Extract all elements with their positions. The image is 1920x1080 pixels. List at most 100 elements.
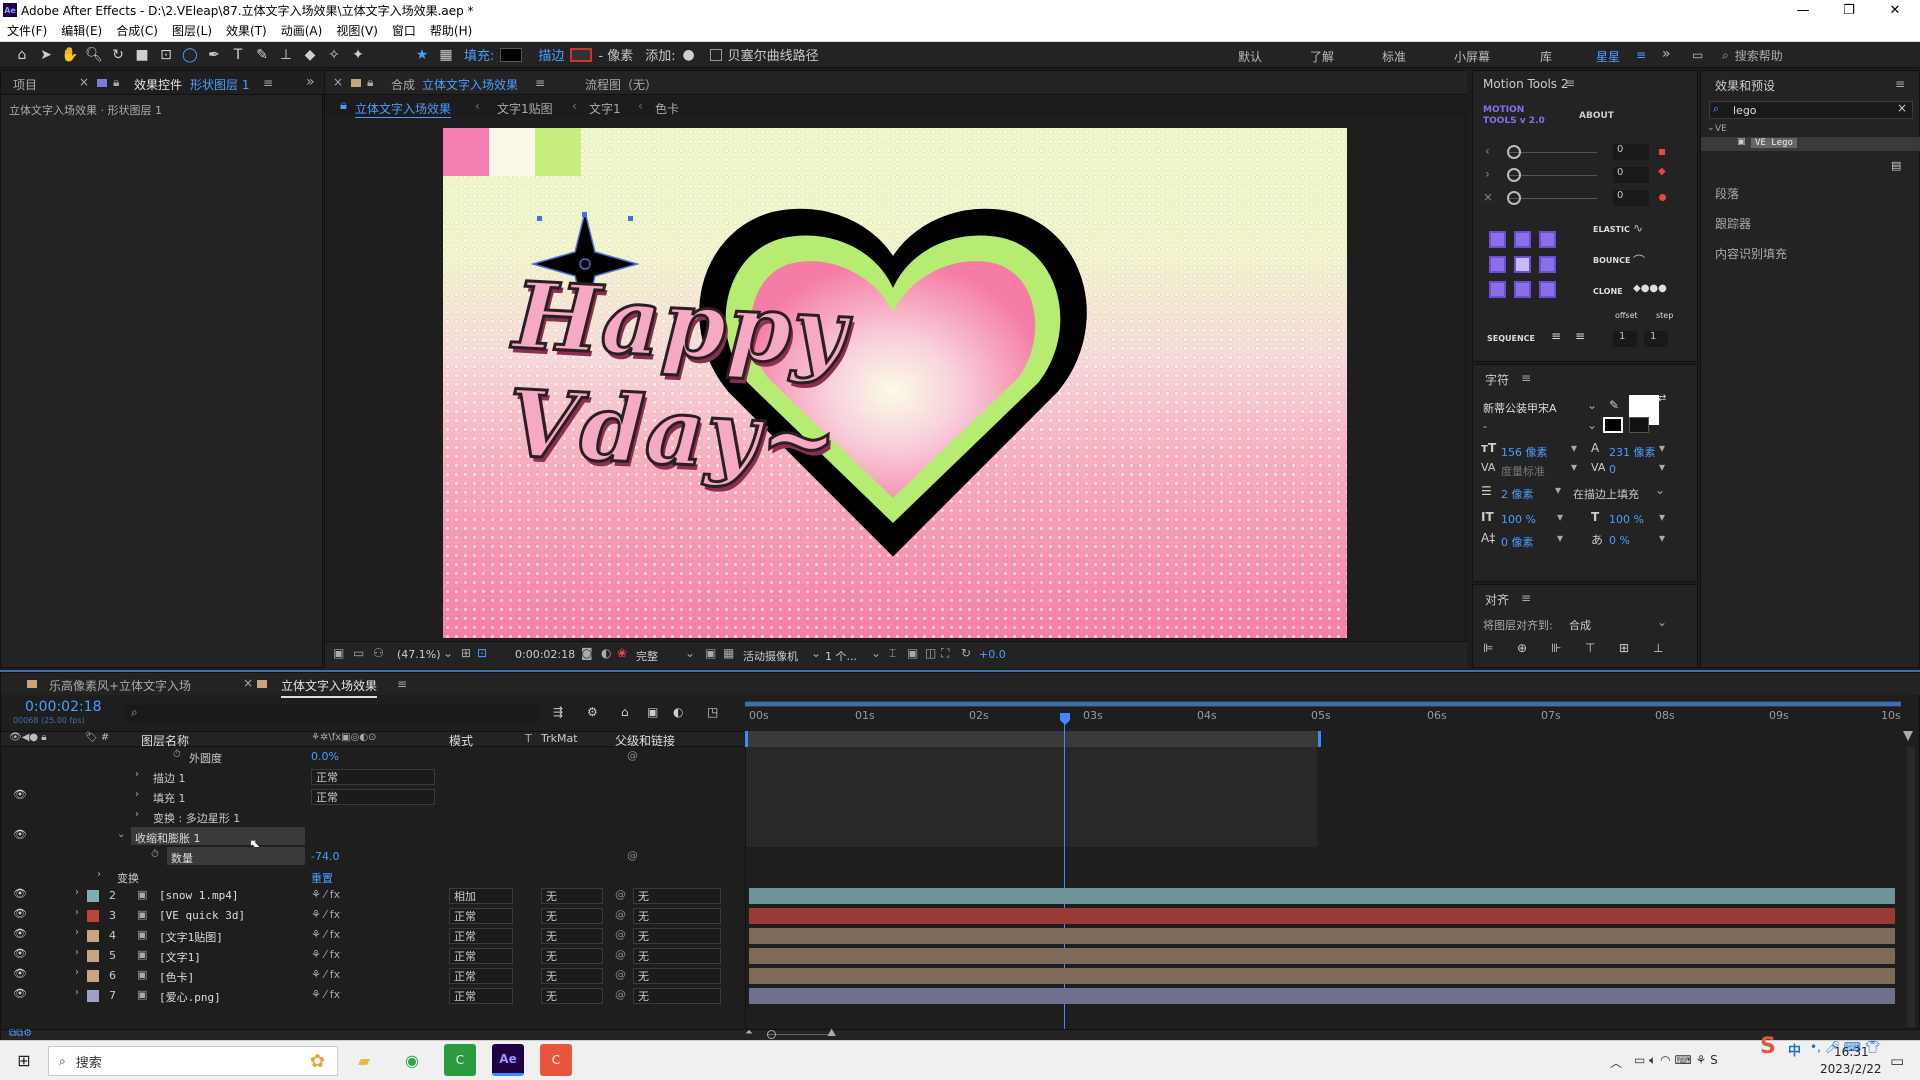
chevron-down-icon[interactable]: ▾	[1659, 460, 1665, 474]
snapshot-icon[interactable]: ◙	[581, 646, 593, 660]
zoom-in-icon[interactable]: ⛰	[827, 1026, 836, 1040]
align-right-icon[interactable]: ⊪	[1551, 641, 1561, 655]
add-dropdown-icon[interactable]: ●	[682, 44, 696, 66]
align-top-icon[interactable]: ⊤	[1585, 641, 1595, 655]
fill-blend-dropdown[interactable]: 正常	[311, 789, 435, 805]
lock-icon[interactable]: 🔒︎	[367, 75, 373, 90]
layer-trkmat-dropdown[interactable]: 无	[541, 888, 603, 904]
panel-menu-icon[interactable]: ≡	[397, 677, 407, 691]
col-mode[interactable]: 模式	[449, 732, 473, 749]
transparency-grid-icon[interactable]: ⊡	[477, 646, 487, 660]
ellipse-tool-icon[interactable]: ◯	[178, 44, 202, 66]
ease-out-slider[interactable]	[1507, 168, 1521, 182]
layer-mode-dropdown[interactable]: 正常	[449, 908, 513, 924]
clone-stamp-tool-icon[interactable]: ⊥	[274, 44, 298, 66]
bounce-button[interactable]: BOUNCE	[1593, 256, 1630, 265]
swap-colors-icon[interactable]: ⇄	[1658, 393, 1666, 404]
clear-search-icon[interactable]: ×	[1897, 101, 1907, 115]
chevron-down-icon[interactable]: ▾	[1659, 510, 1665, 524]
timeline-zoom-slider[interactable]	[767, 1030, 776, 1039]
col-parent[interactable]: 父级和链接	[615, 732, 675, 749]
eye-icon[interactable]: 👁︎	[13, 947, 27, 960]
eye-icon[interactable]: 👁︎	[13, 828, 27, 841]
pickwhip-icon[interactable]: @	[615, 948, 626, 961]
new-bin-icon[interactable]: ▤	[1891, 159, 1901, 172]
chevron-down-icon[interactable]: ⌄	[871, 646, 881, 660]
layer-duration-bar[interactable]	[749, 888, 1895, 904]
layer-mode-dropdown[interactable]: 正常	[449, 968, 513, 984]
stopwatch-icon[interactable]: ⏱	[151, 849, 159, 860]
chevron-down-icon[interactable]: ⌄	[1587, 418, 1597, 432]
anchor-grid[interactable]	[1489, 231, 1557, 299]
close-icon[interactable]: ×	[243, 676, 253, 690]
motion-blur-icon[interactable]: ◐	[673, 705, 683, 719]
menu-help[interactable]: 帮助(H)	[423, 22, 479, 39]
pickwhip-icon[interactable]: @	[615, 928, 626, 941]
chevron-down-icon[interactable]: ⌄	[1587, 398, 1597, 412]
layer-name[interactable]: [文字1贴图]	[159, 929, 223, 945]
chevron-right-icon[interactable]: ›	[75, 907, 79, 918]
chevron-down-icon[interactable]: ⌄	[443, 646, 453, 660]
about-button[interactable]: ABOUT	[1579, 111, 1614, 121]
exposure-value[interactable]: +0.0	[979, 648, 1006, 661]
layer-trkmat-dropdown[interactable]: 无	[541, 948, 603, 964]
timeline-timecode[interactable]: 0:00:02:18	[25, 699, 102, 715]
layer-mode-dropdown[interactable]: 正常	[449, 948, 513, 964]
vertical-scale-value[interactable]: 100 %	[1501, 513, 1536, 526]
chevron-down-icon[interactable]: ⌄	[1657, 615, 1667, 629]
fast-preview-icon[interactable]: ▣	[907, 646, 918, 660]
close-icon[interactable]: ×	[333, 75, 343, 89]
file-explorer-icon[interactable]: ▰	[348, 1044, 380, 1076]
layer-mode-dropdown[interactable]: 正常	[449, 988, 513, 1004]
layer-mode-dropdown[interactable]: 相加	[449, 888, 513, 904]
bezier-checkbox[interactable]	[709, 48, 722, 61]
chevron-down-icon[interactable]: ▾	[1571, 441, 1577, 455]
layer-mode-dropdown[interactable]: 正常	[449, 928, 513, 944]
layer-trkmat-dropdown[interactable]: 无	[541, 908, 603, 924]
section-paragraph[interactable]: 段落	[1715, 185, 1739, 202]
grid-toggle-icon[interactable]: ▦	[434, 44, 458, 66]
eye-icon[interactable]: 👁︎	[13, 927, 27, 940]
lock-icon[interactable]: 🔒︎	[113, 75, 119, 90]
chevron-down-icon[interactable]: ▾	[1557, 510, 1563, 524]
ease-out-value[interactable]: 0	[1613, 167, 1649, 183]
camera-tool-icon[interactable]: ■	[130, 44, 154, 66]
chevron-right-icon[interactable]: ›	[75, 987, 79, 998]
effects-search-value[interactable]: lego	[1733, 104, 1757, 117]
pickwhip-icon[interactable]: @	[615, 908, 626, 921]
chevron-right-icon[interactable]: ›	[135, 809, 139, 820]
menu-file[interactable]: 文件(F)	[0, 22, 54, 39]
chevron-right-icon[interactable]: ›	[135, 789, 139, 800]
align-hcenter-icon[interactable]: ⊕	[1517, 641, 1527, 655]
sequence-down-icon[interactable]: ≡	[1551, 329, 1561, 343]
effect-item-row[interactable]	[1701, 137, 1920, 151]
ease-both-slider[interactable]	[1507, 191, 1521, 205]
layer-switches-icon[interactable]: ⚘ ⁄ fx	[311, 928, 340, 941]
panel-menu-icon[interactable]: ≡	[1895, 77, 1905, 91]
pan-behind-tool-icon[interactable]: ⊡	[154, 44, 178, 66]
workspace-small-screen[interactable]: 小屏幕	[1454, 48, 1490, 65]
tray-icons[interactable]: ▭ 🔈︎ ◠ ⌨ ⚘ S	[1634, 1053, 1718, 1068]
prop-outer-roundness-value[interactable]: 0.0%	[311, 750, 339, 763]
layer-parent-dropdown[interactable]: 无	[633, 888, 721, 904]
ime-mode[interactable]: 中	[1788, 1040, 1801, 1059]
eye-icon[interactable]: 👁︎	[13, 788, 27, 801]
type-tool-icon[interactable]: T	[226, 44, 250, 66]
menu-window[interactable]: 窗口	[385, 22, 423, 39]
layer-parent-dropdown[interactable]: 无	[633, 928, 721, 944]
pickwhip-icon[interactable]: @	[627, 849, 638, 862]
timeline-search-input[interactable]	[125, 705, 539, 723]
star-toggle-icon[interactable]: ★	[410, 44, 434, 66]
layer-duration-bar[interactable]	[749, 928, 1895, 944]
align-vcenter-icon[interactable]: ⊞	[1619, 641, 1629, 655]
toggle-switches-icon[interactable]: ⧉⧉⚙	[9, 1028, 32, 1039]
section-content-aware[interactable]: 内容识别填充	[1715, 245, 1787, 262]
prop-transform-polystar[interactable]: 变换 : 多边星形 1	[153, 810, 240, 826]
layer-switches-icon[interactable]: ⚘ ⁄ fx	[311, 888, 340, 901]
offset-value[interactable]: 1	[1613, 331, 1637, 347]
app-red-icon[interactable]: C	[540, 1044, 572, 1076]
panel-menu-icon[interactable]: ≡	[1521, 371, 1531, 385]
step-value[interactable]: 1	[1644, 331, 1668, 347]
timeline-scrollbar[interactable]	[1907, 747, 1915, 1027]
tsume-value[interactable]: 0 %	[1609, 534, 1630, 547]
